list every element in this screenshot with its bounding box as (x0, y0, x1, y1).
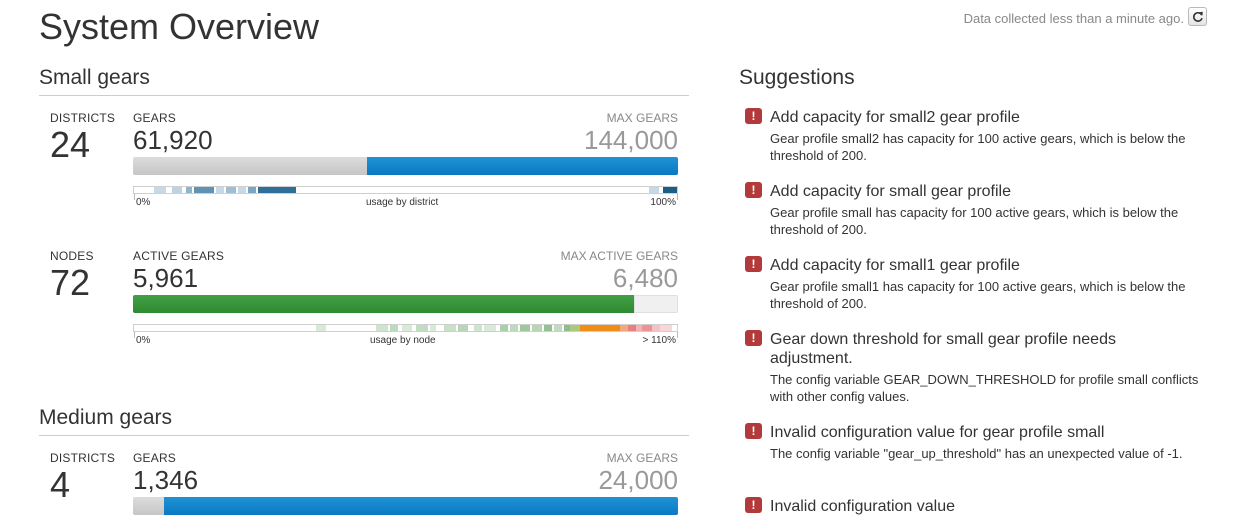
suggestions-title: Suggestions (739, 66, 855, 89)
medium-gears-capacity-bar (133, 497, 678, 515)
suggestion-body: Gear profile small has capacity for 100 … (770, 205, 1179, 237)
district-axis-max: 100% (650, 197, 676, 208)
alert-icon: ! (745, 182, 762, 198)
districts-label: Districts (50, 111, 116, 125)
suggestion-body: The config variable "gear_up_threshold" … (770, 446, 1183, 461)
gears-available-segment (367, 157, 678, 175)
alert-icon: ! (745, 256, 762, 272)
active-gears-remaining-segment (634, 295, 678, 313)
max-gears-label: Max gears (606, 111, 678, 125)
refresh-button[interactable] (1188, 7, 1207, 26)
alert-icon: ! (745, 330, 762, 346)
medium-districts-label: Districts (50, 451, 116, 465)
node-axis-min: 0% (136, 335, 151, 346)
data-collected-status: Data collected less than a minute ago. (963, 11, 1184, 26)
active-gears-bar (133, 295, 678, 313)
alert-icon: ! (745, 108, 762, 124)
max-active-gears-label: Max active gears (560, 249, 678, 263)
suggestion-title: Invalid configuration value for gear pro… (770, 424, 1105, 441)
small-gears-capacity-bar (133, 157, 678, 175)
district-axis-min: 0% (136, 197, 151, 208)
active-gears-label: Active gears (133, 249, 225, 263)
suggestion-title: Invalid configuration value (770, 498, 956, 515)
suggestion-title: Gear down threshold for small gear profi… (770, 331, 1116, 367)
districts-count: 24 (50, 124, 91, 165)
active-gears-count: 5,961 (133, 263, 199, 293)
page-title: System Overview (39, 6, 320, 47)
refresh-icon (1192, 11, 1203, 22)
medium-gears-available-segment (163, 497, 678, 515)
alert-icon: ! (745, 423, 762, 439)
gears-used-segment (133, 157, 368, 175)
district-axis-label: usage by district (366, 197, 439, 208)
gears-count: 61,920 (133, 125, 213, 155)
medium-gears-count: 1,346 (133, 465, 199, 495)
suggestion-title: Add capacity for small1 gear profile (770, 257, 1020, 274)
medium-gears-label: Gears (133, 451, 177, 465)
suggestion-title: Add capacity for small gear profile (770, 183, 1011, 200)
medium-districts-count: 4 (50, 464, 71, 505)
node-axis-max: > 110% (642, 335, 676, 346)
medium-max-gears-count: 24,000 (598, 465, 678, 495)
max-gears-count: 144,000 (584, 125, 678, 155)
node-axis-label: usage by node (370, 335, 436, 346)
section-divider (39, 95, 689, 96)
usage-by-node-strip (133, 324, 678, 332)
small-gears-title: Small gears (39, 66, 150, 89)
active-gears-used-segment (133, 295, 635, 313)
section-divider (39, 435, 689, 436)
medium-gears-used-segment (133, 497, 164, 515)
max-active-gears-count: 6,480 (612, 263, 678, 293)
suggestion-body: Gear profile small2 has capacity for 100… (770, 131, 1186, 163)
nodes-label: Nodes (50, 249, 94, 263)
medium-max-gears-label: Max gears (606, 451, 678, 465)
suggestion-body: The config variable GEAR_DOWN_THRESHOLD … (770, 372, 1199, 404)
medium-gears-title: Medium gears (39, 406, 173, 429)
gears-label: Gears (133, 111, 177, 125)
suggestion-body: Gear profile small1 has capacity for 100… (770, 279, 1186, 311)
nodes-count: 72 (50, 262, 91, 303)
suggestion-title: Add capacity for small2 gear profile (770, 109, 1020, 126)
usage-by-district-strip (133, 186, 678, 194)
